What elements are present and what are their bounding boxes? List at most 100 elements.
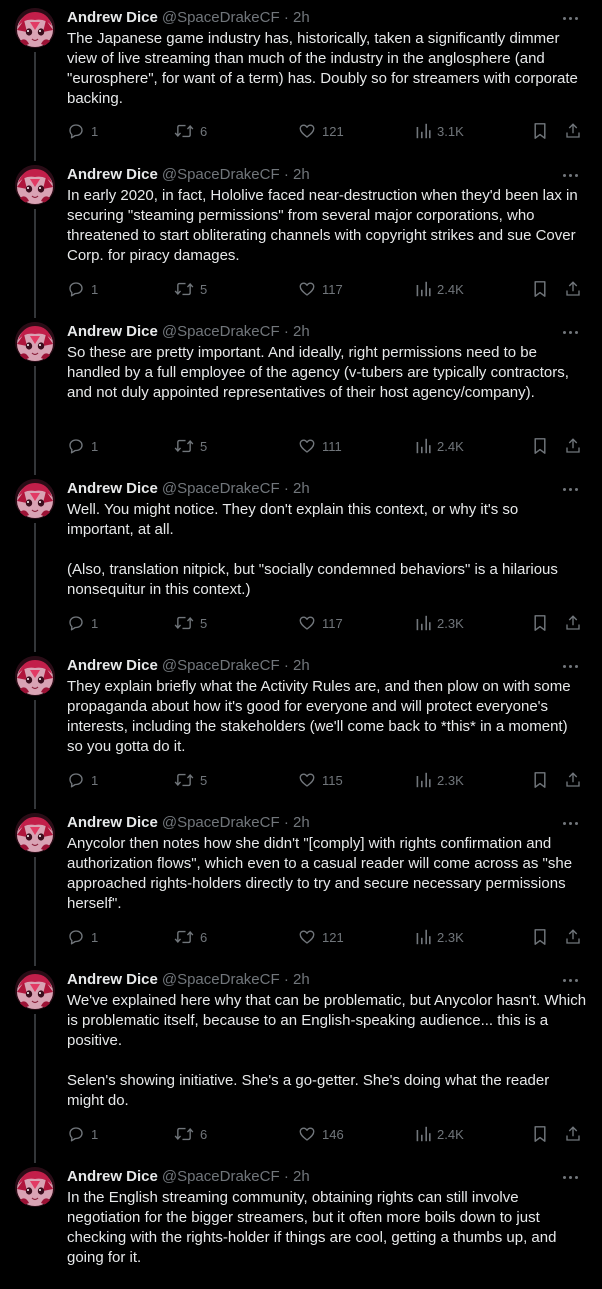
avatar[interactable] [15, 656, 55, 696]
views-button[interactable]: 2.3K [415, 613, 464, 633]
tweet-3[interactable]: Andrew Dice @SpaceDrakeCF · 2h So these a… [0, 314, 602, 472]
reply-count: 1 [91, 438, 99, 454]
share-button[interactable] [564, 121, 582, 141]
author-handle[interactable]: @SpaceDrakeCF [162, 971, 280, 988]
tweet-time[interactable]: 2h [293, 323, 310, 340]
more-options-button[interactable] [560, 814, 580, 832]
share-icon [566, 438, 580, 453]
retweet-button[interactable]: 6 [174, 121, 207, 141]
tweet-1[interactable]: Andrew Dice @SpaceDrakeCF · 2h The Japane… [0, 0, 602, 157]
like-button[interactable]: 111 [298, 436, 342, 456]
retweet-button[interactable]: 5 [174, 770, 207, 790]
reply-button[interactable]: 1 [67, 1124, 98, 1144]
tweet-time[interactable]: 2h [293, 166, 310, 183]
author-name[interactable]: Andrew Dice [67, 1168, 158, 1185]
bookmark-button[interactable] [532, 1124, 548, 1144]
retweet-button[interactable]: 5 [174, 279, 207, 299]
author-name[interactable]: Andrew Dice [67, 480, 158, 497]
more-options-button[interactable] [560, 9, 580, 27]
like-button[interactable]: 117 [298, 279, 343, 299]
tweet-8[interactable]: Andrew Dice @SpaceDrakeCF · 2h In the Eng… [0, 1159, 602, 1289]
reply-button[interactable]: 1 [67, 613, 98, 633]
tweet-time[interactable]: 2h [293, 814, 310, 831]
views-button[interactable]: 2.4K [415, 1124, 464, 1144]
avatar[interactable] [15, 479, 55, 519]
author-handle[interactable]: @SpaceDrakeCF [162, 1168, 280, 1185]
views-button[interactable]: 2.4K [415, 436, 464, 456]
tweet-2[interactable]: Andrew Dice @SpaceDrakeCF · 2h In early 2… [0, 157, 602, 315]
like-icon [299, 439, 315, 453]
tweet-time[interactable]: 2h [293, 480, 310, 497]
author-name[interactable]: Andrew Dice [67, 323, 158, 340]
share-button[interactable] [564, 279, 582, 299]
tweet-time[interactable]: 2h [293, 9, 310, 26]
tweet-time[interactable]: 2h [293, 657, 310, 674]
bookmark-button[interactable] [532, 121, 548, 141]
retweet-button[interactable]: 5 [174, 436, 207, 456]
avatar[interactable] [15, 970, 55, 1010]
more-options-button[interactable] [560, 480, 580, 498]
author-handle[interactable]: @SpaceDrakeCF [162, 814, 280, 831]
avatar[interactable] [15, 165, 55, 205]
bookmark-button[interactable] [532, 436, 548, 456]
more-options-button[interactable] [560, 166, 580, 184]
reply-button[interactable]: 1 [67, 436, 98, 456]
retweet-button[interactable]: 6 [174, 927, 207, 947]
more-options-button[interactable] [560, 657, 580, 675]
author-handle[interactable]: @SpaceDrakeCF [162, 166, 280, 183]
avatar[interactable] [15, 322, 55, 362]
tweet-actions: 1 5 111 2.4K [67, 436, 587, 456]
views-icon [416, 438, 431, 454]
tweet-actions: 1 6 121 [67, 927, 587, 947]
like-button[interactable]: 146 [298, 1124, 344, 1144]
author-name[interactable]: Andrew Dice [67, 814, 158, 831]
more-options-button[interactable] [560, 1168, 580, 1186]
views-button[interactable]: 3.1K [415, 121, 464, 141]
tweet-time[interactable]: 2h [293, 1168, 310, 1185]
like-button[interactable]: 117 [298, 613, 343, 633]
tweet-7[interactable]: Andrew Dice @SpaceDrakeCF · 2h We've expl… [0, 962, 602, 1160]
author-handle[interactable]: @SpaceDrakeCF [162, 9, 280, 26]
retweet-button[interactable]: 5 [174, 613, 207, 633]
like-button[interactable]: 121 [298, 927, 344, 947]
author-name[interactable]: Andrew Dice [67, 657, 158, 674]
tweet-time[interactable]: 2h [293, 971, 310, 988]
author-handle[interactable]: @SpaceDrakeCF [162, 657, 280, 674]
author-name[interactable]: Andrew Dice [67, 9, 158, 26]
like-button[interactable]: 121 [298, 121, 344, 141]
reply-button[interactable]: 1 [67, 927, 98, 947]
bookmark-button[interactable] [532, 770, 548, 790]
share-button[interactable] [564, 770, 582, 790]
more-options-button[interactable] [560, 971, 580, 989]
more-icon [561, 16, 579, 20]
views-count: 3.1K [437, 123, 464, 139]
retweet-button[interactable]: 6 [174, 1124, 207, 1144]
share-button[interactable] [564, 1124, 582, 1144]
avatar[interactable] [15, 813, 55, 853]
author-name[interactable]: Andrew Dice [67, 971, 158, 988]
views-button[interactable]: 2.3K [415, 927, 464, 947]
tweet-4[interactable]: Andrew Dice @SpaceDrakeCF · 2h Well. You … [0, 471, 602, 649]
avatar[interactable] [15, 8, 55, 48]
tweet-6[interactable]: Andrew Dice @SpaceDrakeCF · 2h Anycolor t… [0, 805, 602, 963]
more-options-button[interactable] [560, 323, 580, 341]
avatar[interactable] [15, 1167, 55, 1207]
views-button[interactable]: 2.3K [415, 770, 464, 790]
author-handle[interactable]: @SpaceDrakeCF [162, 480, 280, 497]
author-handle[interactable]: @SpaceDrakeCF [162, 323, 280, 340]
share-button[interactable] [564, 613, 582, 633]
share-button[interactable] [564, 927, 582, 947]
author-name[interactable]: Andrew Dice [67, 166, 158, 183]
reply-button[interactable]: 1 [67, 279, 98, 299]
share-button[interactable] [564, 436, 582, 456]
bookmark-button[interactable] [532, 279, 548, 299]
views-button[interactable]: 2.4K [415, 279, 464, 299]
bookmark-button[interactable] [532, 927, 548, 947]
like-button[interactable]: 115 [298, 770, 343, 790]
bookmark-button[interactable] [532, 613, 548, 633]
reply-button[interactable]: 1 [67, 770, 98, 790]
reply-count: 1 [91, 123, 99, 139]
tweet-5[interactable]: Andrew Dice @SpaceDrakeCF · 2h They expla… [0, 648, 602, 806]
like-count: 117 [322, 281, 343, 297]
reply-button[interactable]: 1 [67, 121, 98, 141]
